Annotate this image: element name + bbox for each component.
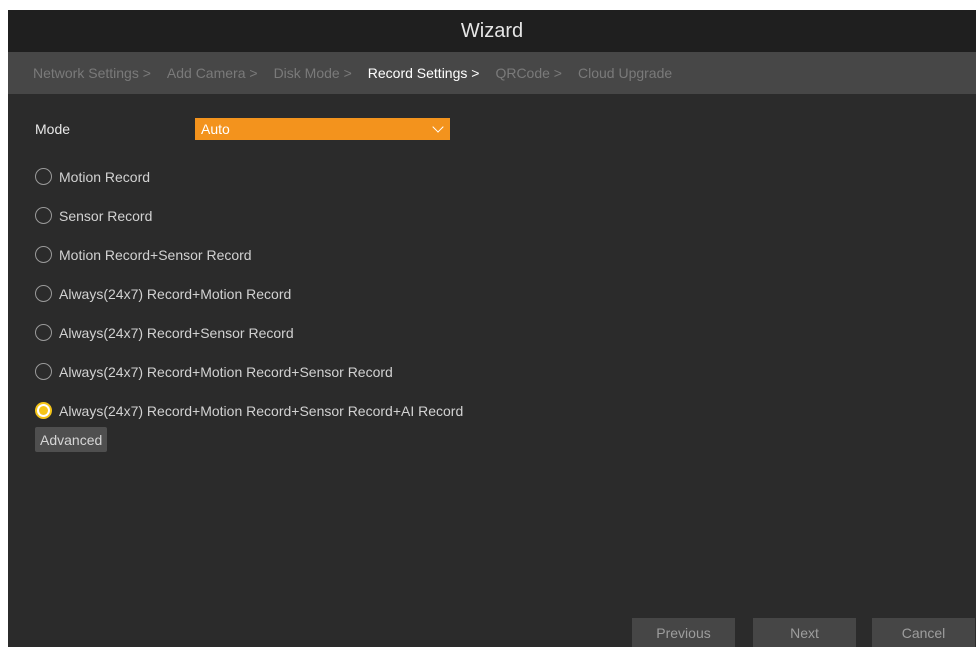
window-title: Wizard: [460, 19, 524, 42]
mode-label: Mode: [35, 121, 71, 137]
mode-select-value: Auto: [201, 121, 230, 137]
step-disk-mode: Disk Mode >: [273, 65, 352, 81]
step-record-settings: Record Settings >: [367, 65, 480, 81]
option-label: Always(24x7) Record+Sensor Record: [59, 324, 294, 341]
title-bar: Wizard: [8, 10, 976, 52]
option-label: Sensor Record: [59, 207, 153, 224]
radio-icon[interactable]: [35, 246, 52, 263]
radio-icon[interactable]: [35, 207, 52, 224]
mode-select[interactable]: Auto: [195, 118, 450, 140]
advanced-button[interactable]: Advanced: [35, 427, 108, 452]
option-label: Always(24x7) Record+Motion Record+Sensor…: [59, 363, 393, 380]
previous-button[interactable]: Previous: [632, 618, 735, 647]
option-label: Motion Record: [59, 168, 151, 185]
next-button[interactable]: Next: [753, 618, 856, 647]
option-label: Motion Record+Sensor Record: [59, 246, 252, 263]
option-motion-sensor-record[interactable]: Motion Record+Sensor Record: [35, 235, 463, 274]
mode-row: Mode Auto: [35, 118, 450, 140]
option-label: Always(24x7) Record+Motion Record+Sensor…: [59, 402, 464, 419]
radio-icon[interactable]: [35, 363, 52, 380]
record-mode-options: Motion Record Sensor Record Motion Recor…: [35, 157, 463, 430]
radio-icon[interactable]: [35, 168, 52, 185]
option-always-motion-record[interactable]: Always(24x7) Record+Motion Record: [35, 274, 463, 313]
step-network-settings: Network Settings >: [33, 65, 151, 81]
chevron-down-icon: [432, 121, 444, 133]
option-always-motion-sensor-ai-record[interactable]: Always(24x7) Record+Motion Record+Sensor…: [35, 391, 463, 430]
option-motion-record[interactable]: Motion Record: [35, 157, 463, 196]
step-add-camera: Add Camera >: [166, 65, 258, 81]
radio-checked-icon[interactable]: [35, 402, 52, 419]
option-always-sensor-record[interactable]: Always(24x7) Record+Sensor Record: [35, 313, 463, 352]
step-cloud-upgrade: Cloud Upgrade: [577, 65, 673, 81]
radio-icon[interactable]: [35, 324, 52, 341]
option-sensor-record[interactable]: Sensor Record: [35, 196, 463, 235]
cancel-button[interactable]: Cancel: [872, 618, 975, 647]
wizard-steps: Network Settings > Add Camera > Disk Mod…: [8, 52, 976, 94]
wizard-window: Wizard Network Settings > Add Camera > D…: [8, 10, 976, 647]
radio-icon[interactable]: [35, 285, 52, 302]
step-qrcode: QRCode >: [495, 65, 562, 81]
option-label: Always(24x7) Record+Motion Record: [59, 285, 292, 302]
option-always-motion-sensor-record[interactable]: Always(24x7) Record+Motion Record+Sensor…: [35, 352, 463, 391]
